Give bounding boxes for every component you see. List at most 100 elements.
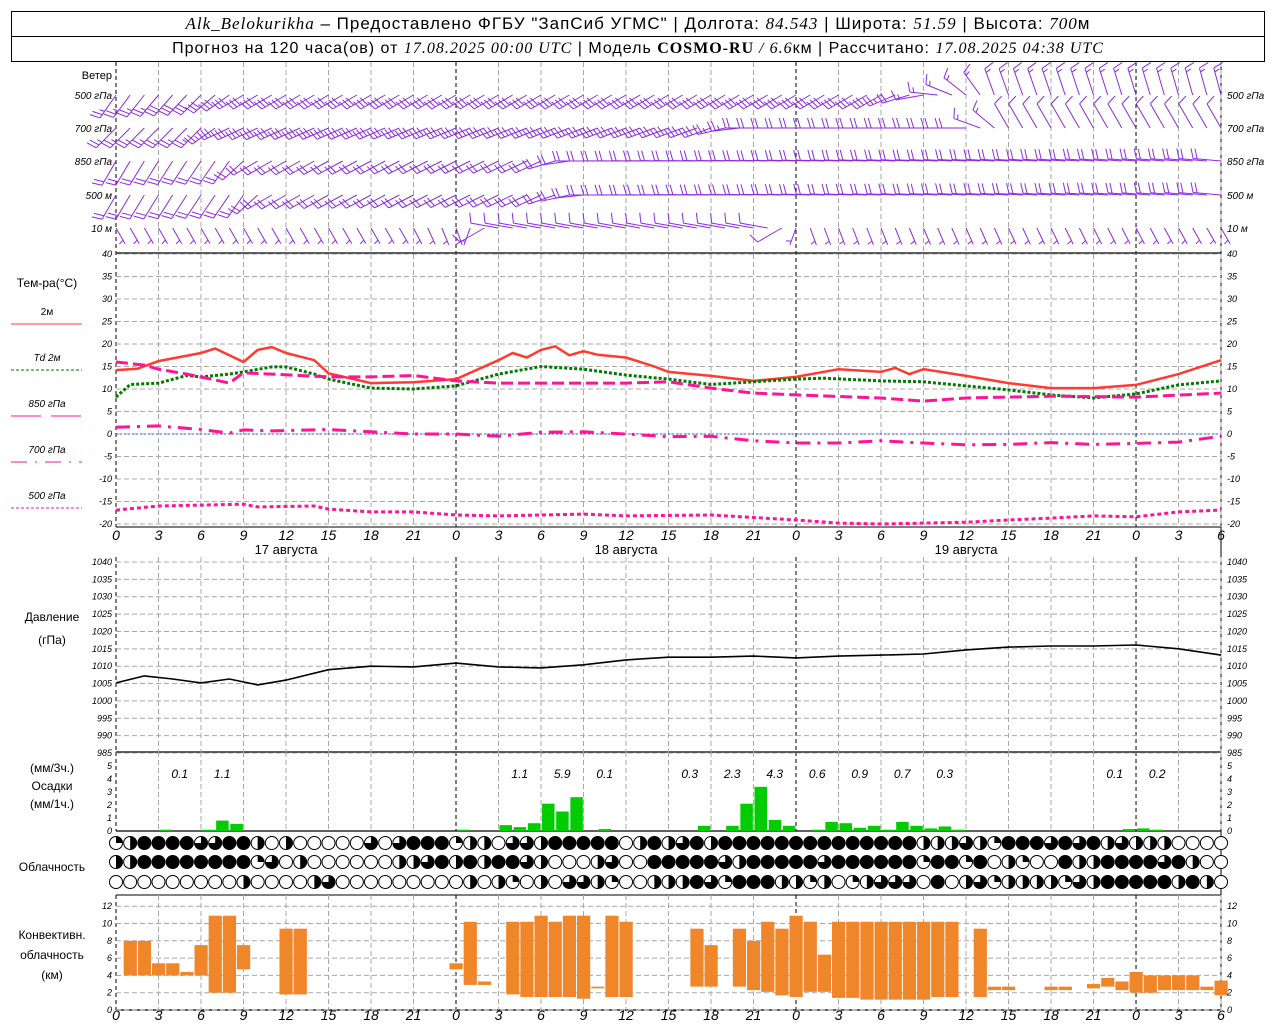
cloud-cover-icon <box>689 875 704 889</box>
barb-feather <box>853 183 858 195</box>
cloud-cover-icon <box>760 836 775 850</box>
cloud-fill <box>222 855 236 869</box>
cloud-fill <box>902 855 916 869</box>
barb-feather <box>977 149 982 160</box>
barb-feather <box>935 183 939 194</box>
barb-half-feather <box>260 239 266 245</box>
barb-half-feather <box>1200 68 1206 73</box>
wind-barb-icon <box>1135 95 1151 129</box>
cloud-cover-icon <box>208 836 223 850</box>
pressure-tick-label-left: 995 <box>97 713 113 723</box>
hour-tick-label: 0 <box>452 1007 460 1023</box>
cloud-fill <box>824 875 831 889</box>
hour-tick-label: 6 <box>537 527 545 543</box>
hour-tick-label: 0 <box>452 527 460 543</box>
barb-feather <box>556 150 560 162</box>
cloud-cover-icon <box>194 875 209 889</box>
cloud-cover-icon <box>1086 875 1101 889</box>
cloud-cover-icon <box>434 855 449 869</box>
wind-barb-icon <box>979 227 989 245</box>
cloud-cover-icon <box>109 855 123 869</box>
barb-feather <box>1076 148 1081 160</box>
barb-feather <box>653 212 656 224</box>
wind-barb-icon <box>852 227 860 245</box>
barb-staff <box>953 117 981 129</box>
barb-half-feather <box>1014 68 1020 73</box>
convective-bar <box>1058 986 1072 991</box>
convective-bar <box>1214 980 1228 996</box>
cloud-fill <box>137 836 151 850</box>
barb-half-feather <box>232 239 237 245</box>
barb-feather <box>994 95 1003 105</box>
cloud-cover-icon <box>137 875 152 889</box>
wind-barb-icon <box>1022 227 1031 245</box>
barb-feather <box>892 117 896 129</box>
barb-feather <box>938 117 943 129</box>
barb-feather <box>764 184 769 195</box>
barb-feather <box>566 150 571 162</box>
barb-feather <box>641 184 645 195</box>
barb-staff <box>1078 227 1088 245</box>
hour-tick-label: 18 <box>703 527 719 543</box>
cloud-circle <box>208 875 223 889</box>
cloud-fill <box>435 855 449 869</box>
cloud-cover-icon <box>321 875 336 889</box>
temp-tick-label-right: 20 <box>1226 339 1237 349</box>
cloud-circle <box>321 855 336 869</box>
wind-barb-icon <box>158 94 188 116</box>
wind-barb-icon <box>1008 227 1017 245</box>
conv-tick-label-left: 8 <box>107 936 112 946</box>
barb-staff <box>998 68 1009 96</box>
cloud-fill <box>747 855 761 869</box>
barb-half-feather <box>1028 68 1034 73</box>
hour-tick-label: 6 <box>877 1007 885 1023</box>
barb-feather <box>135 212 147 216</box>
barb-feather <box>147 108 157 114</box>
barb-staff <box>1036 103 1052 129</box>
cloud-fill <box>1129 875 1143 889</box>
barb-half-feather <box>910 240 916 245</box>
barb-feather <box>105 216 117 220</box>
barb-feather <box>568 212 571 224</box>
barb-staff <box>185 194 202 219</box>
precip-3h-sum: 5.9 <box>554 767 571 781</box>
barb-staff <box>925 84 953 96</box>
barb-half-feather <box>1171 68 1177 73</box>
cloud-cover-icon <box>208 855 223 869</box>
barb-half-feather <box>873 98 878 104</box>
cloud-circle <box>1185 836 1200 850</box>
precip-tick-label-left: 2 <box>106 800 112 810</box>
cloud-cover-icon <box>364 855 379 869</box>
hour-tick-label: 18 <box>363 527 379 543</box>
cloud-cover-icon <box>420 875 435 889</box>
barb-staff <box>1079 103 1094 129</box>
barb-staff <box>711 222 740 229</box>
cloud-fill <box>541 855 548 869</box>
convective-bar <box>1172 975 1186 991</box>
barb-feather <box>1162 148 1166 159</box>
barb-feather <box>554 212 557 224</box>
precip-bar <box>754 786 768 831</box>
barb-feather <box>1113 62 1123 69</box>
barb-feather <box>175 214 186 219</box>
wind-barb-icon <box>186 227 197 245</box>
cloud-fill <box>640 836 647 850</box>
barb-feather <box>133 215 144 220</box>
barb-staff <box>143 194 159 220</box>
barb-staff <box>1093 227 1103 245</box>
precip-label: Осадки <box>32 779 73 793</box>
convective-bar <box>945 921 959 998</box>
precip-3h-sum: 0.1 <box>596 767 613 781</box>
barb-feather <box>1121 95 1130 105</box>
hour-tick-label: 3 <box>1175 527 1183 543</box>
barb-staff <box>584 222 612 229</box>
barb-feather <box>171 142 182 149</box>
barb-feather <box>722 117 726 129</box>
cloud-fill <box>413 855 421 869</box>
barb-feather <box>135 178 146 182</box>
legend-label: 500 гПа <box>28 491 66 502</box>
barb-staff <box>1206 227 1217 244</box>
cloud-fill <box>577 836 591 850</box>
barb-feather <box>161 181 172 185</box>
temp-tick-label-left: -15 <box>99 497 113 507</box>
